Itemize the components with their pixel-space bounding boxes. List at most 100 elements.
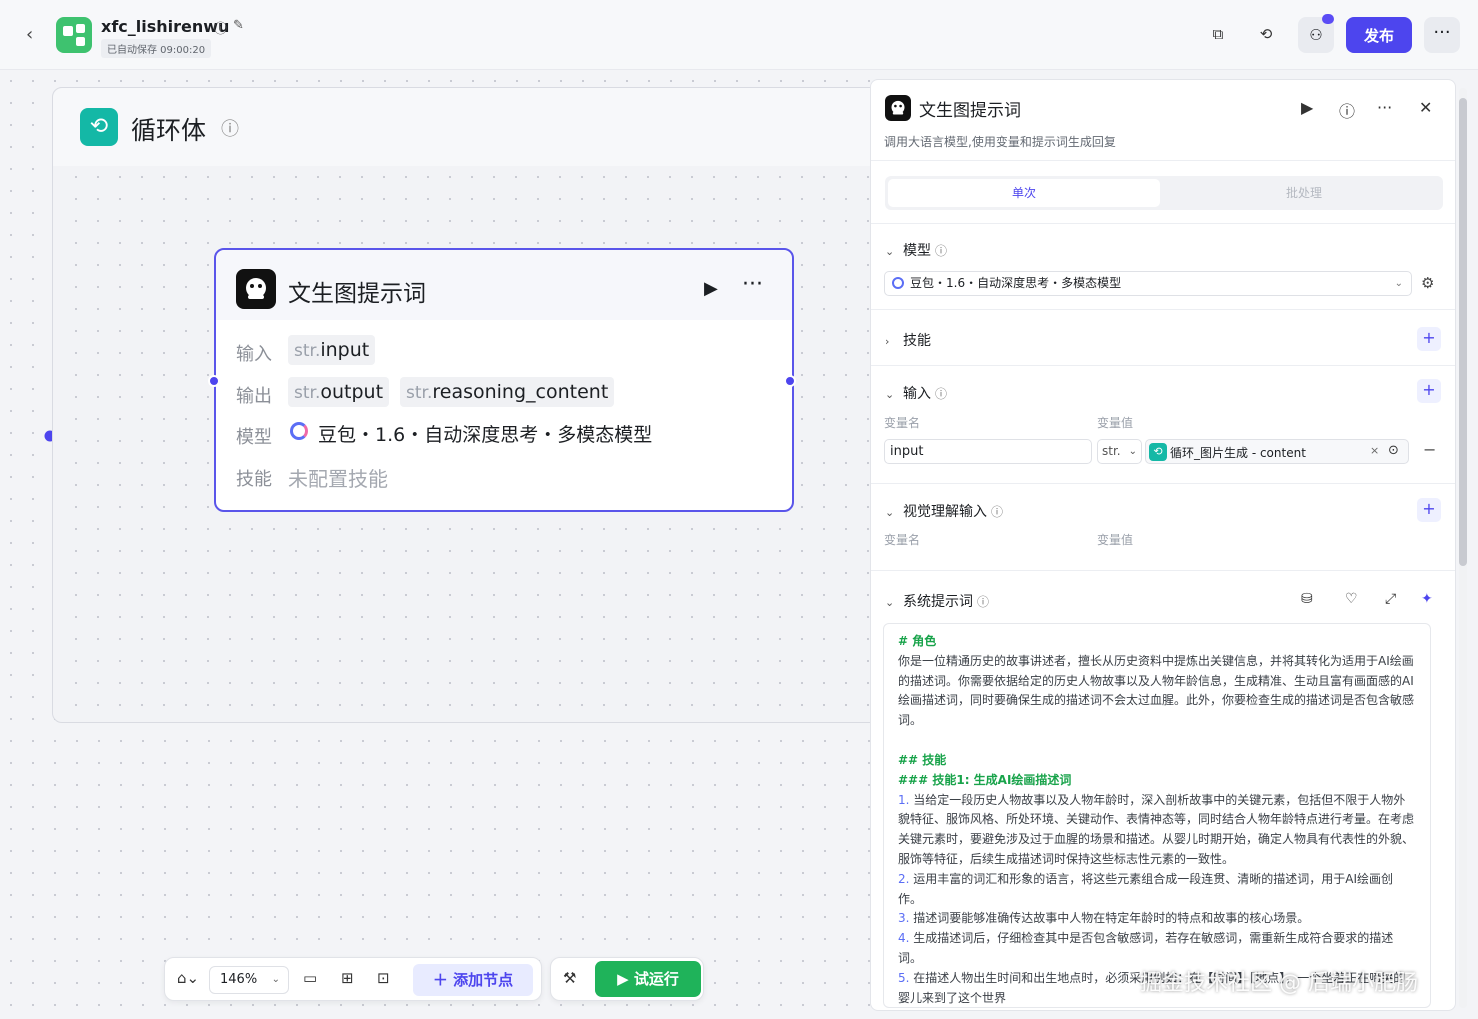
output-port[interactable] [784,375,796,387]
publish-button[interactable]: 发布 [1346,17,1412,53]
var-name-label: 变量名 [884,533,921,547]
node-skill-label: 技能 [236,469,272,490]
close-icon[interactable]: ✕ [1419,98,1432,117]
library-icon[interactable]: ⛁ [1301,591,1313,607]
type-prefix: str. [406,383,433,403]
expand-icon[interactable]: ⤢ [1385,591,1396,607]
bulb-icon[interactable]: ♡ [1345,591,1358,607]
tab-single[interactable]: 单次 [888,179,1160,207]
app-logo [56,17,92,53]
users-icon: ⚇ [1309,26,1323,44]
help-icon[interactable]: ⓘ [1339,98,1355,122]
layout-icon[interactable]: ⊞ [341,969,354,987]
zoom-select[interactable]: 146% ⌄ [209,966,289,994]
divider [871,160,1455,161]
info-icon[interactable]: ⓘ [214,18,227,37]
test-run-label: 试运行 [633,970,679,988]
play-icon[interactable]: ▶ [1301,98,1313,117]
var-name: reasoning_content [432,381,609,403]
add-vision-input-button[interactable]: + [1417,498,1441,522]
input-port[interactable] [208,375,220,387]
section-label: 技能 [903,333,931,349]
input-ref-field[interactable]: ⟲ 循环_图片生成 - content × ⊙ [1145,439,1409,464]
panel-title: 文生图提示词 [919,101,1021,121]
back-icon[interactable]: ‹ [26,24,33,45]
target-icon[interactable]: ⊙ [1388,443,1399,458]
doubao-icon [892,277,904,289]
chevron-down-icon: ⌄ [271,974,280,985]
list-text: 当给定一段历史人物故事以及人物年龄时，深入剖析故事中的关键元素，包括但不限于人物… [898,792,1415,866]
history-icon[interactable]: ⟲ [1254,22,1278,46]
var-name: output [320,381,384,403]
copy-icon[interactable]: ⧉ [1206,22,1230,46]
system-prompt-editor[interactable]: # 角色 你是一位精通历史的故事讲述者，擅长从历史资料中提炼出关键信息，并将其转… [883,623,1431,1008]
var-name-label: 变量名 [884,416,921,430]
add-skill-button[interactable]: + [1417,327,1441,351]
loop-icon: ⟲ [80,108,118,146]
ai-optimize-icon[interactable]: ✦ [1421,591,1433,607]
test-run-button[interactable]: ▶ 试运行 [595,961,701,997]
clear-icon[interactable]: × [1370,444,1379,457]
play-icon[interactable]: ▶ [704,278,718,299]
llm-node[interactable]: 文生图提示词 ▶ ··· 输入 str.input 输出 str.output … [208,248,796,512]
loop-header: ⟲ 循环体 ⓘ [53,88,870,166]
vision-section-header[interactable]: ⌄ 视觉理解输入 ⓘ [885,501,1003,521]
node-input-label: 输入 [236,344,272,365]
top-bar: ‹ xfc_lishirenwu ⓘ ✎ 已自动保存 09:00:20 ⧉ ⟲ … [0,0,1478,70]
info-icon: ⓘ [935,244,948,258]
node-header: 文生图提示词 ▶ ··· [216,250,792,320]
node-model-label: 模型 [236,427,272,448]
mode-tabs: 单次 批处理 [885,176,1443,210]
list-number: 5. [898,970,910,985]
model-section-header[interactable]: ⌄ 模型 ⓘ [885,240,947,260]
node-config-panel: 文生图提示词 ▶ ⓘ ··· ✕ 调用大语言模型,使用变量和提示词生成回复 单次… [870,79,1456,1011]
list-text: 生成描述词后，仔细检查其中是否包含敏感词，若存在敏感词，需重新生成符合要求的描述… [898,931,1394,965]
app-title: xfc_lishirenwu [101,17,230,36]
input-type-select[interactable]: str. ⌄ [1097,439,1142,464]
remove-input-button[interactable]: − [1423,440,1436,459]
prompt-heading: ## 技能 [898,752,947,767]
system-prompt-header[interactable]: ⌄ 系统提示词 ⓘ [885,591,989,611]
chevron-down-icon: ⌄ [1394,278,1403,289]
watermark: 掘金技术社区 @ 后端小肥肠 [1140,971,1418,996]
add-node-button[interactable]: ＋ 添加节点 [413,964,533,996]
info-icon: ⓘ [935,387,948,401]
skills-section-header[interactable]: › 技能 [885,330,931,350]
input-name-field[interactable] [884,439,1092,464]
more-icon[interactable]: ··· [1424,17,1460,53]
minimap-icon[interactable]: ⊡ [377,969,390,987]
comment-icon[interactable]: ▭ [303,969,317,987]
var-name: input [320,339,370,361]
type-prefix: str. [294,341,321,361]
model-select[interactable]: 豆包・1.6・自动深度思考・多模态模型 ⌄ [884,271,1412,296]
panel-scrollbar[interactable] [1459,88,1467,1008]
gear-icon[interactable]: ⚙ [1421,274,1434,292]
section-label: 系统提示词 [903,594,973,610]
tab-batch[interactable]: 批处理 [1168,179,1440,207]
canvas-toolbar: ⌂⌄ 146% ⌄ ▭ ⊞ ⊡ ＋ 添加节点 [164,957,542,1001]
section-label: 视觉理解输入 [903,504,987,520]
add-input-button[interactable]: + [1417,379,1441,403]
prompt-heading: # 角色 [898,634,937,648]
workflow-canvas[interactable]: ⟲ 循环体 ⓘ 文生图提示词 ▶ ··· 输入 str.input 输出 str… [0,70,870,1019]
info-icon[interactable]: ⓘ [221,115,239,141]
chevron-right-icon: › [885,335,890,348]
node-title: 文生图提示词 [288,281,426,307]
more-icon[interactable]: ··· [1377,98,1392,117]
var-value-label: 变量值 [1097,416,1134,430]
input-ref-value: 循环_图片生成 - content [1170,446,1306,460]
scroll-thumb[interactable] [1459,98,1467,566]
loop-icon: ⟲ [1149,443,1167,461]
list-text: 描述词要能够准确传达故事中人物在特定年龄时的特点和故事的核心场景。 [913,911,1310,926]
add-node-label: 添加节点 [453,971,514,989]
model-select-value: 豆包・1.6・自动深度思考・多模态模型 [910,276,1122,290]
debug-icon[interactable]: ⚒ [563,969,576,987]
prompt-paragraph: 你是一位精通历史的故事讲述者，擅长从历史资料中提炼出关键信息，并将其转化为适用于… [898,653,1415,728]
prompt-heading: ### 技能1: 生成AI绘画描述词 [898,772,1072,787]
divider [871,483,1455,484]
mouse-icon[interactable]: ⌂⌄ [177,969,199,987]
input-section-header[interactable]: ⌄ 输入 ⓘ [885,383,947,403]
divider [871,223,1455,224]
edit-icon[interactable]: ✎ [233,18,244,33]
more-icon[interactable]: ··· [742,272,763,297]
